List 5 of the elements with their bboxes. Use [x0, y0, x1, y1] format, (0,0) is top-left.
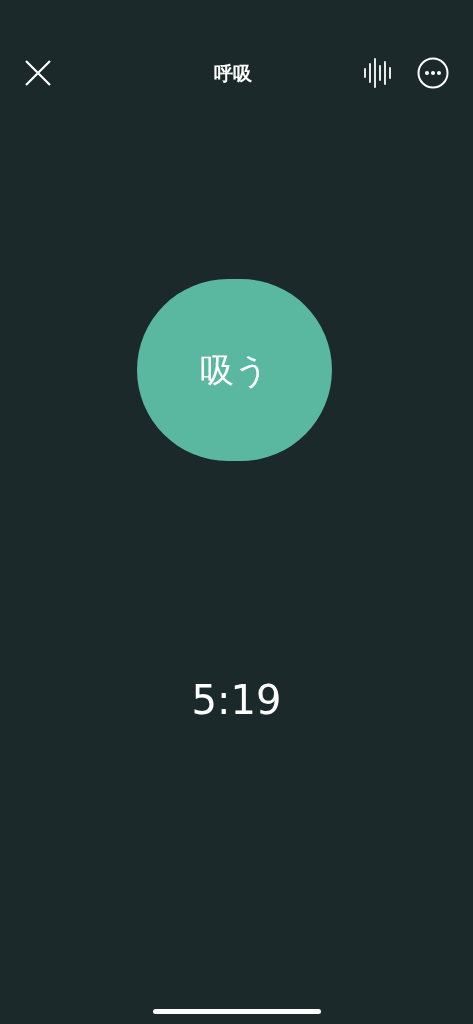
- screen-title: 呼吸: [213, 60, 252, 86]
- sound-wave-icon[interactable]: [363, 58, 391, 88]
- more-icon[interactable]: [417, 57, 449, 89]
- close-icon[interactable]: [24, 59, 52, 87]
- timer-text: 5:19: [191, 676, 282, 725]
